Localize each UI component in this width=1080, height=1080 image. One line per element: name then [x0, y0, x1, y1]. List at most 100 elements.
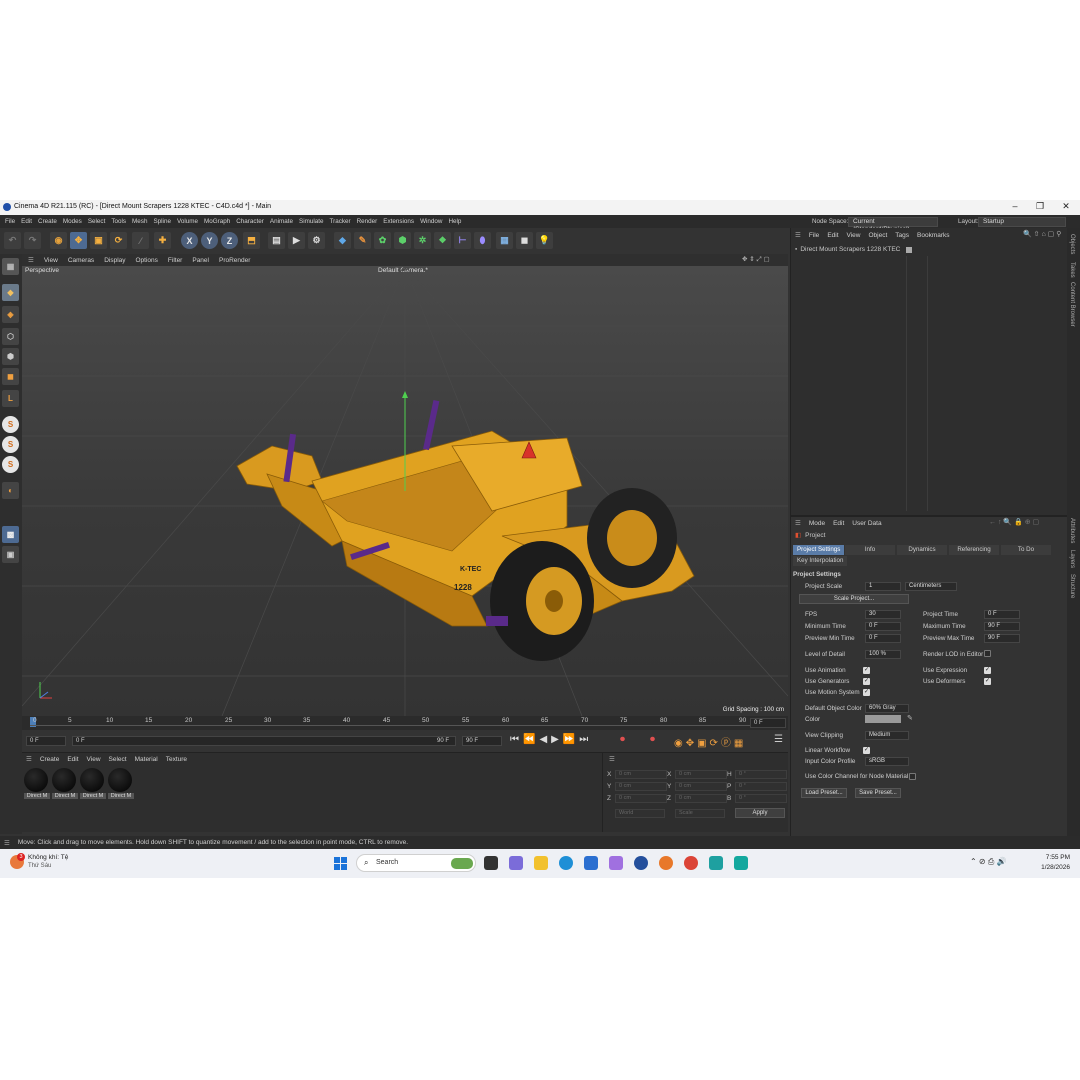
- floor-icon[interactable]: ▦: [496, 232, 513, 249]
- weather-title[interactable]: Không khí: Tệ: [28, 854, 68, 861]
- select-live-icon[interactable]: ◉: [50, 232, 67, 249]
- render-view-icon[interactable]: ▶: [288, 232, 305, 249]
- 3d-viewport[interactable]: Perspective Default Camera.* K-TEC 1228 …: [22, 266, 788, 716]
- preview-range-slider[interactable]: 0 F 90 F: [72, 736, 456, 746]
- vtab-objects[interactable]: Objects: [1069, 234, 1075, 254]
- tab-info[interactable]: Info: [845, 545, 895, 555]
- record-icon[interactable]: ⏺: [620, 734, 625, 745]
- size-z-field[interactable]: 0 cm: [675, 794, 727, 803]
- cloner-icon[interactable]: ✲: [414, 232, 431, 249]
- use-expression-checkbox[interactable]: ✓: [984, 667, 991, 674]
- make-editable-icon[interactable]: ▦: [2, 258, 19, 275]
- scale-tool-icon[interactable]: ▣: [90, 232, 107, 249]
- vtab-takes[interactable]: Takes: [1069, 262, 1075, 278]
- use-generators-checkbox[interactable]: ✓: [863, 678, 870, 685]
- viewport-navigation-icons[interactable]: ✥ ⇕ ⤢ ▢: [742, 255, 770, 264]
- attribute-menu-icon[interactable]: ☰: [795, 519, 801, 527]
- pen-spline-icon[interactable]: ✎: [354, 232, 371, 249]
- store-icon[interactable]: [584, 856, 598, 870]
- tray-icons[interactable]: ⌃ ⊘ ⎙ 🔊: [970, 857, 1006, 867]
- material-swatch[interactable]: Direct M: [108, 768, 134, 799]
- object-menu-bookmarks[interactable]: Bookmarks: [917, 232, 950, 239]
- menu-simulate[interactable]: Simulate: [299, 218, 324, 225]
- lod-field[interactable]: 100 %: [865, 650, 901, 659]
- keyframe-filter-icons[interactable]: ◉✥▣⟳ⓟ▦: [674, 734, 746, 749]
- current-frame-field[interactable]: 0 F: [750, 718, 786, 728]
- tweak-mode-icon[interactable]: ◐: [2, 482, 19, 499]
- pos-y-field[interactable]: 0 cm: [615, 782, 667, 791]
- coordinate-system-icon[interactable]: ⬒: [243, 232, 260, 249]
- apply-button[interactable]: Apply: [735, 808, 785, 818]
- material-menu-view[interactable]: View: [87, 756, 101, 763]
- tab-key-interpolation[interactable]: Key Interpolation: [793, 556, 848, 566]
- vtab-attributes[interactable]: Attributes: [1069, 518, 1075, 543]
- default-color-select[interactable]: 60% Gray: [865, 704, 909, 713]
- size-mode-select[interactable]: Scale: [675, 809, 725, 818]
- autokey-icon[interactable]: ⏺: [650, 734, 655, 745]
- object-manager-tools-icons[interactable]: 🔍 ⇧ ⌂ ▢ ⚲: [1023, 230, 1061, 238]
- grid-icon[interactable]: ▩: [2, 526, 19, 543]
- vtab-structure[interactable]: Structure: [1069, 574, 1075, 598]
- object-menu-icon[interactable]: ☰: [795, 231, 801, 239]
- menu-select[interactable]: Select: [88, 218, 106, 225]
- attribute-menu-edit[interactable]: Edit: [833, 520, 844, 527]
- preview-max-field[interactable]: 90 F: [984, 634, 1020, 643]
- pos-z-field[interactable]: 0 cm: [615, 794, 667, 803]
- viewport-menu-filter[interactable]: Filter: [168, 257, 182, 264]
- app-3-icon[interactable]: [734, 856, 748, 870]
- material-swatch[interactable]: Direct M: [80, 768, 106, 799]
- viewport-menu-view[interactable]: View: [44, 257, 58, 264]
- use-color-channel-checkbox[interactable]: [909, 773, 916, 780]
- menu-mograph[interactable]: MoGraph: [204, 218, 230, 225]
- layers-icon[interactable]: ▣: [2, 546, 19, 563]
- menu-file[interactable]: File: [5, 218, 15, 225]
- y-axis-lock-icon[interactable]: Y: [201, 232, 218, 249]
- tab-referencing[interactable]: Referencing: [949, 545, 999, 555]
- min-time-field[interactable]: 0 F: [865, 622, 901, 631]
- move-tool-icon[interactable]: ✥: [70, 232, 87, 249]
- menu-modes[interactable]: Modes: [63, 218, 82, 225]
- linear-workflow-checkbox[interactable]: ✓: [863, 747, 870, 754]
- attribute-menu-user-data[interactable]: User Data: [852, 520, 881, 527]
- polygons-mode-icon[interactable]: ◼: [2, 368, 19, 385]
- viewport-menu-display[interactable]: Display: [104, 257, 125, 264]
- node-space-select[interactable]: Current (Standard/Physical): [848, 217, 938, 233]
- rotate-tool-icon[interactable]: ⟳: [110, 232, 127, 249]
- subdivision-icon[interactable]: ✿: [374, 232, 391, 249]
- tab-dynamics[interactable]: Dynamics: [897, 545, 947, 555]
- tab-to-do[interactable]: To Do: [1001, 545, 1051, 555]
- blender-icon[interactable]: [659, 856, 673, 870]
- viewport-menu-options[interactable]: Options: [136, 257, 158, 264]
- edge-icon[interactable]: [559, 856, 573, 870]
- use-motion-checkbox[interactable]: ✓: [863, 689, 870, 696]
- menu-edit[interactable]: Edit: [21, 218, 32, 225]
- rot-h-field[interactable]: 0 °: [735, 770, 787, 779]
- scale-project-button[interactable]: Scale Project...: [799, 594, 909, 604]
- coord-menu-icon[interactable]: ☰: [609, 755, 615, 763]
- max-time-field[interactable]: 90 F: [984, 622, 1020, 631]
- object-menu-edit[interactable]: Edit: [827, 232, 838, 239]
- file-explorer-icon[interactable]: [534, 856, 548, 870]
- view-clipping-select[interactable]: Medium: [865, 731, 909, 740]
- layout-select[interactable]: Startup: [978, 217, 1066, 227]
- z-axis-lock-icon[interactable]: Z: [221, 232, 238, 249]
- app-m-icon[interactable]: [709, 856, 723, 870]
- render-lod-checkbox[interactable]: [984, 650, 991, 657]
- timeline-ruler[interactable]: 0 5 10 15 20 25 30 35 40 45 50 55 60 65 …: [22, 716, 788, 730]
- menu-create[interactable]: Create: [38, 218, 57, 225]
- object-name[interactable]: Direct Mount Scrapers 1228 KTEC: [800, 246, 900, 253]
- edges-mode-icon[interactable]: ⬢: [2, 348, 19, 365]
- menu-tracker[interactable]: Tracker: [330, 218, 351, 225]
- field-icon[interactable]: ⬮: [474, 232, 491, 249]
- menu-mesh[interactable]: Mesh: [132, 218, 147, 225]
- project-scale-field[interactable]: 1: [865, 582, 901, 591]
- fps-field[interactable]: 30: [865, 610, 901, 619]
- viewport-menu-panel[interactable]: Panel: [192, 257, 209, 264]
- paint-icon[interactable]: [609, 856, 623, 870]
- model-mode-icon[interactable]: ◆: [2, 284, 19, 301]
- render-region-icon[interactable]: ▤: [268, 232, 285, 249]
- viewport-menu-prorender[interactable]: ProRender: [219, 257, 250, 264]
- menu-window[interactable]: Window: [420, 218, 442, 225]
- cinema4d-taskbar-icon[interactable]: [634, 856, 648, 870]
- rot-p-field[interactable]: 0 °: [735, 782, 787, 791]
